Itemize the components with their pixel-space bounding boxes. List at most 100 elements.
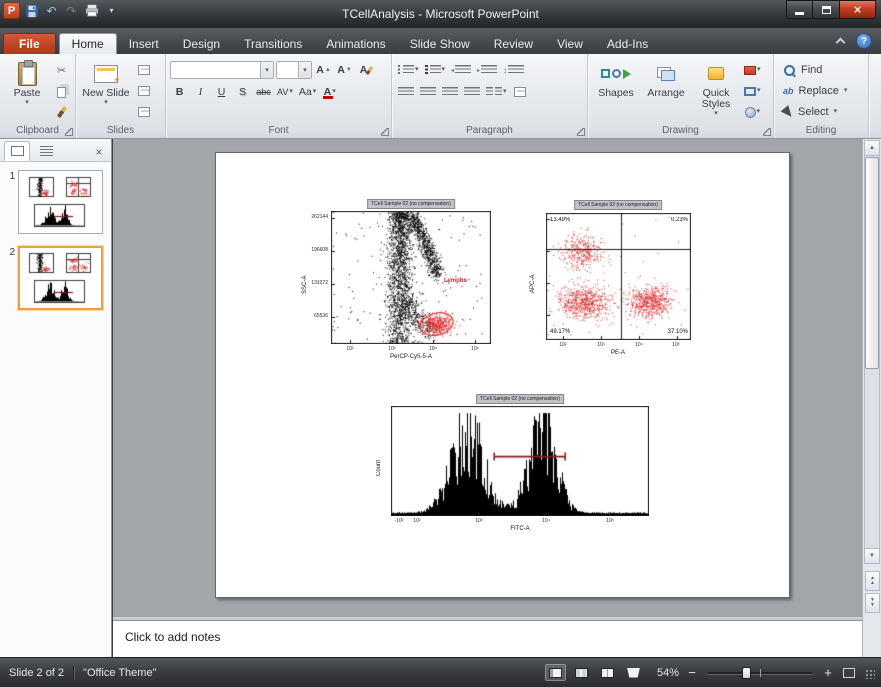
bold-button[interactable]: B [170,83,189,101]
save-button[interactable] [23,2,40,19]
shape-fill-button[interactable]: ▾ [742,61,763,79]
slideshow-button[interactable] [623,664,644,681]
character-spacing-button[interactable]: AV▾ [275,83,295,101]
quadrant-scatter-plot[interactable] [546,213,691,340]
tab-view[interactable]: View [545,33,595,54]
print-button[interactable] [83,2,100,19]
shape-effects-button[interactable]: ▾ [742,103,763,121]
redo-button[interactable]: ↷ [63,2,80,19]
tab-insert[interactable]: Insert [117,33,171,54]
cut-button[interactable]: ✂ [52,61,71,79]
shape-outline-button[interactable]: ▾ [742,82,763,100]
underline-button[interactable]: U [212,83,231,101]
justify-button[interactable] [462,83,482,101]
fit-to-window-button[interactable] [841,665,857,681]
tab-add-ins[interactable]: Add-Ins [595,33,660,54]
slide-canvas[interactable]: TCell Sample 02 (no compensation) SSC-A … [215,152,790,598]
clipboard-dialog-launcher[interactable] [65,128,73,136]
arrange-button[interactable]: Arrange [642,57,690,125]
chevron-down-icon[interactable]: ▾ [260,62,273,78]
convert-smartart-button[interactable] [511,83,530,101]
scroll-up-button[interactable]: ▲ [865,141,879,156]
close-button[interactable]: × [840,0,876,19]
undo-button[interactable]: ↶ [43,2,60,19]
close-panel-button[interactable]: × [91,145,107,161]
scrollbar-thumb[interactable] [865,157,879,369]
gating-scatter-plot[interactable] [331,211,491,344]
section-button[interactable] [134,103,153,121]
zoom-slider[interactable] [708,672,812,674]
new-slide-button[interactable]: New Slide ▾ [80,57,132,125]
decrease-indent-button[interactable]: ◂ [449,61,473,79]
tab-review[interactable]: Review [482,33,545,54]
zoom-in-button[interactable]: + [820,665,836,681]
font-size-combobox[interactable]: ▾ [276,61,312,79]
align-left-button[interactable] [396,83,416,101]
normal-view-button[interactable] [545,664,566,681]
tab-animations[interactable]: Animations [314,33,397,54]
reset-button[interactable] [134,82,153,100]
next-slide-button[interactable]: ▼▼ [865,593,880,613]
zoom-slider-thumb[interactable] [742,667,751,679]
outline-tab[interactable] [33,141,59,161]
histogram-plot[interactable] [391,406,649,516]
slide-2-thumbnail[interactable]: 2 [3,246,111,310]
slide-2-preview[interactable] [20,248,101,308]
layout-button[interactable] [134,61,153,79]
tab-home[interactable]: Home [59,33,117,54]
resize-grip[interactable] [865,669,875,679]
align-center-button[interactable] [418,83,438,101]
line-spacing-button[interactable]: ↕ [501,61,526,79]
zoom-out-button[interactable]: − [684,665,700,681]
replace-button[interactable]: Replace▾ [778,82,864,101]
find-button[interactable]: Find [778,61,864,80]
tab-design[interactable]: Design [171,33,232,54]
tab-slide-show[interactable]: Slide Show [398,33,482,54]
quick-styles-button[interactable]: Quick Styles ▾ [692,57,740,125]
paragraph-group: ▾ ▾ ◂ ▸ ↕ ▾ Paragraph [392,54,588,138]
paragraph-dialog-launcher[interactable] [577,128,585,136]
select-button[interactable]: Select▾ [778,103,864,122]
text-shadow-button[interactable]: S [233,83,252,101]
tab-file[interactable]: File [3,33,56,54]
vertical-scrollbar[interactable]: ▲ ▼ [864,140,880,564]
minimize-ribbon-button[interactable] [836,38,846,48]
numbering-button[interactable]: ▾ [423,61,448,79]
columns-button[interactable]: ▾ [484,83,509,101]
slide-sorter-button[interactable] [571,664,592,681]
strikethrough-button[interactable]: abc [254,83,273,101]
maximize-button[interactable] [813,0,840,19]
bullets-button[interactable]: ▾ [396,61,421,79]
arrange-label: Arrange [647,88,684,99]
reading-view-button[interactable] [597,664,618,681]
font-color-button[interactable]: A▾ [320,83,339,101]
tab-transitions[interactable]: Transitions [232,33,314,54]
slides-tab[interactable] [4,141,30,161]
scroll-down-button[interactable]: ▼ [865,548,879,563]
drawing-dialog-launcher[interactable] [763,128,771,136]
format-painter-button[interactable] [52,103,71,121]
change-case-button[interactable]: Aa▾ [297,83,318,101]
clear-formatting-button[interactable]: A [356,61,375,79]
shrink-font-button[interactable]: A▼ [335,61,354,79]
powerpoint-app-icon[interactable]: P [3,2,20,19]
shapes-button[interactable]: Shapes [592,57,640,125]
increase-indent-button[interactable]: ▸ [475,61,499,79]
minimize-button[interactable] [786,0,813,19]
grow-font-button[interactable]: A▲ [314,61,333,79]
slide-1-preview[interactable] [20,172,101,232]
notes-pane[interactable]: Click to add notes [113,620,862,657]
notes-placeholder[interactable]: Click to add notes [113,621,862,644]
qat-customize-button[interactable]: ▾ [103,2,120,19]
chevron-down-icon[interactable]: ▾ [298,62,311,78]
slide-1-thumbnail[interactable]: 1 [3,170,111,234]
copy-button[interactable] [52,82,71,100]
align-right-button[interactable] [440,83,460,101]
zoom-level[interactable]: 54% [649,667,679,679]
paste-button[interactable]: Paste ▾ [4,57,50,125]
font-name-combobox[interactable]: ▾ [170,61,274,79]
help-button[interactable]: ? [856,33,872,49]
previous-slide-button[interactable]: ▲▲ [865,571,880,591]
italic-button[interactable]: I [191,83,210,101]
font-dialog-launcher[interactable] [381,128,389,136]
